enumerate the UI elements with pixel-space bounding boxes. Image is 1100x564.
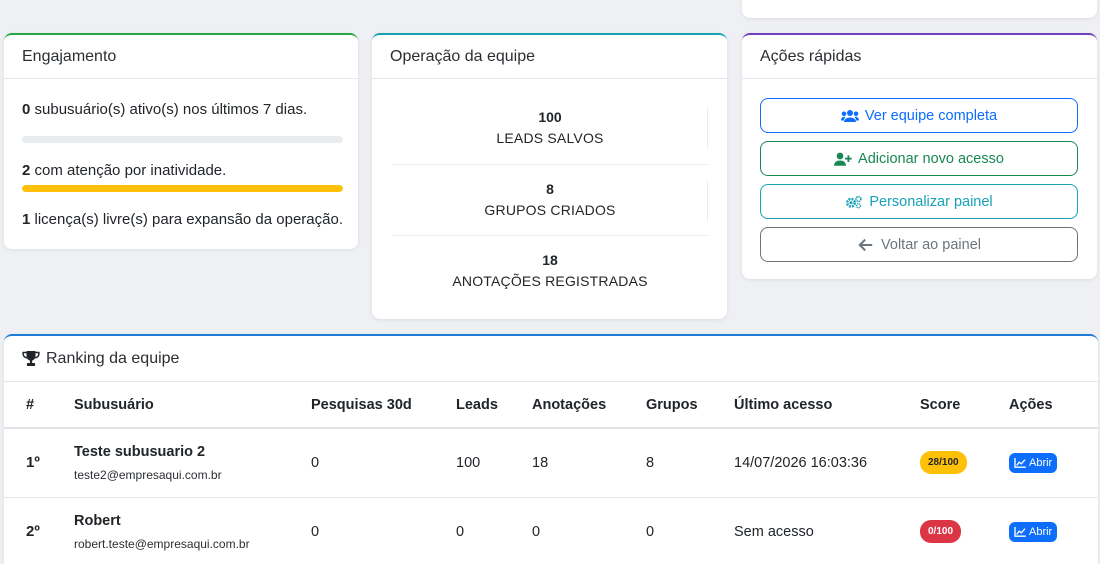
row-rank: 1º [4,428,74,498]
row-searches: 0 [311,497,456,564]
row-score: 28/100 [920,428,1009,498]
attention-line: 2 com atenção por inatividade. [22,162,226,179]
row-user: Teste subusuario 2 teste2@empresaqui.com… [74,428,311,498]
active-progress-bar [22,136,343,143]
arrow-left-icon [858,238,873,251]
stat-value: 100 [538,109,562,125]
active-users-line: 0 subusuário(s) ativo(s) nos últimos 7 d… [22,101,307,118]
row-rank: 2º [4,497,74,564]
open-button[interactable]: Abrir [1009,521,1058,542]
row-actions: Abrir [1009,497,1098,564]
ranking-header: Ranking da equipe [4,336,1098,382]
stat-notes: 18 ANOTAÇÕES REGISTRADAS [392,252,708,289]
stat-groups: 8 GRUPOS CRIADOS [392,181,708,218]
score-badge: 28/100 [920,451,967,475]
col-score[interactable]: Score [920,382,1009,429]
team-ranking-card: Ranking da equipe # Subusuário Pesquisas… [4,334,1098,564]
customize-panel-label: Personalizar painel [869,193,993,210]
stat-vertical-divider [707,180,708,222]
stat-label: ANOTAÇÕES REGISTRADAS [452,273,648,289]
row-leads: 0 [456,497,532,564]
row-actions: Abrir [1009,428,1098,498]
stat-vertical-divider [707,107,708,149]
licenses-text: licença(s) livre(s) para expansão da ope… [30,211,344,228]
customize-panel-button[interactable]: Personalizar painel [760,184,1078,219]
row-notes: 18 [532,428,646,498]
ranking-title: Ranking da equipe [46,349,180,367]
stat-label: GRUPOS CRIADOS [484,202,616,218]
engagement-title: Engajamento [4,35,358,79]
col-notes[interactable]: Anotações [532,382,646,429]
stat-leads: 100 LEADS SALVOS [392,109,708,146]
col-last-access[interactable]: Último acesso [734,382,920,429]
attention-progress-fill [22,185,343,192]
row-notes: 0 [532,497,646,564]
attention-text: com atenção por inatividade. [30,162,227,179]
open-button[interactable]: Abrir [1009,452,1058,473]
row-last-access: Sem acesso [734,497,920,564]
row-score: 0/100 [920,497,1009,564]
col-actions[interactable]: Ações [1009,382,1098,429]
operation-card: Operação da equipe 100 LEADS SALVOS 8 GR… [372,33,727,319]
back-to-panel-label: Voltar ao painel [881,236,981,253]
user-plus-icon [834,152,852,166]
row-user: Robert robert.teste@empresaqui.com.br [74,497,311,564]
chart-line-icon [1014,526,1026,537]
quick-actions-title: Ações rápidas [742,35,1097,79]
row-searches: 0 [311,428,456,498]
stat-divider [392,164,708,165]
stat-value: 18 [542,252,558,268]
ranking-table: # Subusuário Pesquisas 30d Leads Anotaçõ… [4,382,1098,564]
row-leads: 100 [456,428,532,498]
col-leads[interactable]: Leads [456,382,532,429]
table-row: 1º Teste subusuario 2 teste2@empresaqui.… [4,428,1098,498]
quick-actions-card: Ações rápidas Ver equipe completa Adicio… [742,33,1097,279]
open-button-label: Abrir [1029,456,1053,469]
stat-divider [392,235,708,236]
row-groups: 8 [646,428,734,498]
user-email: teste2@empresaqui.com.br [74,467,222,482]
col-groups[interactable]: Grupos [646,382,734,429]
row-last-access: 14/07/2026 16:03:36 [734,428,920,498]
chart-line-icon [1014,457,1026,468]
user-name: Robert [74,512,121,529]
user-name: Teste subusuario 2 [74,443,206,460]
users-icon [840,109,859,122]
stat-value: 8 [546,181,554,197]
open-button-label: Abrir [1029,525,1053,538]
view-team-button[interactable]: Ver equipe completa [760,98,1078,133]
col-rank[interactable]: # [4,382,74,429]
back-to-panel-button[interactable]: Voltar ao painel [760,227,1078,262]
score-badge: 0/100 [920,520,962,543]
stat-label: LEADS SALVOS [496,130,604,146]
add-access-button[interactable]: Adicionar novo acesso [760,141,1078,176]
col-subuser[interactable]: Subusuário [74,382,311,429]
attention-progress-bar [22,185,343,192]
operation-title: Operação da equipe [372,35,727,79]
trophy-icon [22,351,40,366]
row-groups: 0 [646,497,734,564]
licenses-line: 1 licença(s) livre(s) para expansão da o… [22,211,343,228]
engagement-card: Engajamento 0 subusuário(s) ativo(s) nos… [4,33,358,249]
add-access-label: Adicionar novo acesso [858,150,1004,167]
cogs-icon [846,195,863,208]
table-header-row: # Subusuário Pesquisas 30d Leads Anotaçõ… [4,382,1098,429]
user-email: robert.teste@empresaqui.com.br [74,536,250,551]
table-row: 2º Robert robert.teste@empresaqui.com.br… [4,497,1098,564]
view-team-label: Ver equipe completa [864,107,998,124]
active-text: subusuário(s) ativo(s) nos últimos 7 dia… [30,101,308,118]
top-card-stub [742,0,1097,18]
col-searches[interactable]: Pesquisas 30d [311,382,456,429]
